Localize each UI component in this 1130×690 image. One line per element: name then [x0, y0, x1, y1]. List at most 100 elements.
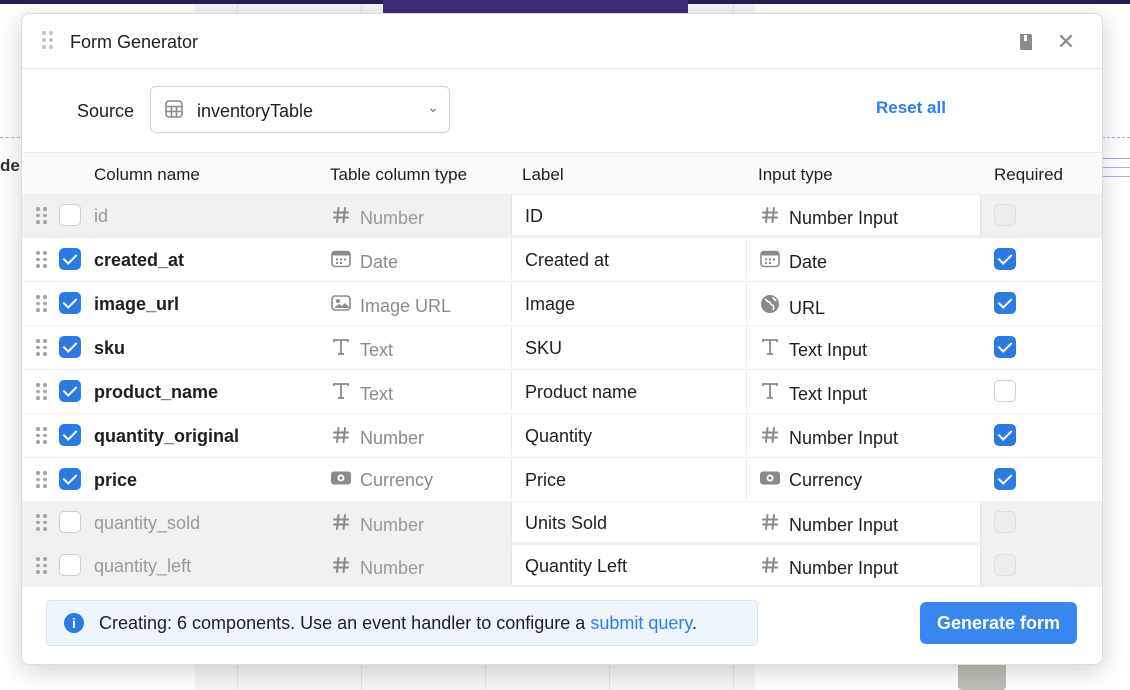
hash-icon	[330, 556, 352, 579]
label-input[interactable]: ID	[511, 195, 747, 235]
input-type-select[interactable]: Text Input	[746, 327, 980, 367]
column-name: quantity_left	[94, 556, 192, 576]
columns-table: Column name Table column type Label Inpu…	[22, 152, 1102, 587]
row-drag-handle-icon[interactable]	[36, 427, 48, 445]
required-checkbox[interactable]	[994, 511, 1016, 533]
info-suffix: .	[692, 613, 698, 633]
hash-icon	[330, 426, 352, 449]
required-checkbox[interactable]	[994, 204, 1016, 226]
include-column-checkbox[interactable]	[59, 380, 81, 402]
label-input[interactable]: Created at	[511, 239, 747, 279]
required-checkbox[interactable]	[994, 554, 1016, 576]
label-input[interactable]: Product name	[511, 371, 747, 411]
submit-query-link[interactable]: submit query	[590, 613, 692, 633]
header-column-name: Column name	[94, 165, 200, 184]
reset-all-link[interactable]: Reset all	[876, 98, 946, 118]
book-icon[interactable]	[1015, 31, 1037, 53]
include-column-checkbox[interactable]	[59, 336, 81, 358]
canvas-component	[383, 0, 688, 14]
input-type-text: URL	[789, 298, 826, 318]
row-drag-handle-icon[interactable]	[36, 207, 48, 225]
label-input[interactable]: Image	[511, 283, 747, 323]
generate-form-button[interactable]: Generate form	[920, 602, 1077, 644]
label-value: Price	[525, 470, 567, 490]
source-label: Source	[77, 101, 135, 121]
row-drag-handle-icon[interactable]	[36, 339, 48, 357]
label-value: Quantity Left	[525, 556, 628, 576]
table-row: id Number ID Number Input	[22, 194, 1102, 237]
include-column-checkbox[interactable]	[59, 424, 81, 446]
required-checkbox[interactable]	[994, 248, 1016, 270]
row-drag-handle-icon[interactable]	[36, 295, 48, 313]
include-column-checkbox[interactable]	[59, 204, 81, 226]
header-label: Label	[522, 165, 564, 184]
modal-title: Form Generator	[70, 32, 199, 52]
required-checkbox[interactable]	[994, 424, 1016, 446]
image-icon	[330, 294, 352, 317]
text-icon	[759, 338, 781, 361]
header-input-type: Input type	[758, 165, 833, 184]
close-icon[interactable]: ✕	[1055, 29, 1077, 54]
table-row: sku Text SKU Text Input	[22, 325, 1102, 369]
table-column-type-text: Number	[360, 208, 425, 228]
include-column-checkbox[interactable]	[59, 248, 81, 270]
table-body: id Number ID Number Input created_at Dat…	[22, 194, 1102, 587]
table-column-type: Currency	[330, 470, 433, 491]
header-table-column-type: Table column type	[330, 165, 468, 184]
input-type-text: Text Input	[789, 340, 868, 360]
row-drag-handle-icon[interactable]	[36, 557, 48, 575]
table-column-type: Number	[330, 206, 424, 229]
chevron-down-icon: ⌄	[427, 99, 439, 115]
table-column-type: Number	[330, 426, 424, 449]
include-column-checkbox[interactable]	[59, 554, 81, 576]
include-column-checkbox[interactable]	[59, 511, 81, 533]
table-header: Column name Table column type Label Inpu…	[22, 152, 1102, 194]
include-column-checkbox[interactable]	[59, 468, 81, 490]
hash-icon	[759, 513, 781, 536]
table-column-type-text: Currency	[360, 470, 434, 490]
info-text: Creating: 6 components. Use an event han…	[99, 613, 697, 634]
table-column-type-text: Number	[360, 515, 425, 535]
required-checkbox[interactable]	[994, 292, 1016, 314]
drag-handle-icon[interactable]	[42, 31, 54, 51]
calendar-icon	[759, 250, 781, 273]
label-value: Product name	[525, 382, 638, 402]
text-icon	[330, 382, 352, 405]
input-type-select[interactable]: Date	[746, 239, 980, 279]
table-column-type: Number	[330, 556, 424, 579]
info-banner: i Creating: 6 components. Use an event h…	[46, 600, 758, 646]
label-input[interactable]: SKU	[511, 327, 747, 367]
label-input[interactable]: Price	[511, 459, 747, 499]
globe-icon	[759, 294, 781, 319]
currency-icon	[759, 470, 781, 491]
label-input[interactable]: Quantity Left	[511, 545, 747, 585]
column-name: price	[94, 470, 138, 490]
table-column-type-text: Number	[360, 428, 425, 448]
row-drag-handle-icon[interactable]	[36, 383, 48, 401]
input-type-select[interactable]: Number Input	[746, 195, 981, 235]
label-input[interactable]: Quantity	[511, 415, 747, 455]
include-column-checkbox[interactable]	[59, 292, 81, 314]
canvas-text-fragment: de	[0, 156, 20, 175]
label-input[interactable]: Units Sold	[511, 502, 747, 542]
input-type-select[interactable]: Number Input	[746, 502, 981, 542]
row-drag-handle-icon[interactable]	[36, 251, 48, 269]
input-type-text: Number Input	[789, 428, 899, 448]
input-type-text: Text Input	[789, 384, 868, 404]
input-type-select[interactable]: Number Input	[746, 415, 980, 455]
table-column-type-text: Date	[360, 252, 399, 272]
table-column-type: Text	[330, 338, 393, 361]
canvas-guide	[1102, 137, 1130, 138]
source-value: inventoryTable	[197, 101, 314, 121]
row-drag-handle-icon[interactable]	[36, 514, 48, 532]
column-name: product_name	[94, 382, 219, 402]
input-type-select[interactable]: URL	[746, 283, 980, 323]
input-type-select[interactable]: Number Input	[746, 545, 981, 585]
required-checkbox[interactable]	[994, 468, 1016, 490]
input-type-select[interactable]: Text Input	[746, 371, 980, 411]
input-type-select[interactable]: Currency	[746, 459, 980, 499]
required-checkbox[interactable]	[994, 380, 1016, 402]
source-select[interactable]: inventoryTable ⌄	[150, 86, 450, 133]
row-drag-handle-icon[interactable]	[36, 471, 48, 489]
required-checkbox[interactable]	[994, 336, 1016, 358]
